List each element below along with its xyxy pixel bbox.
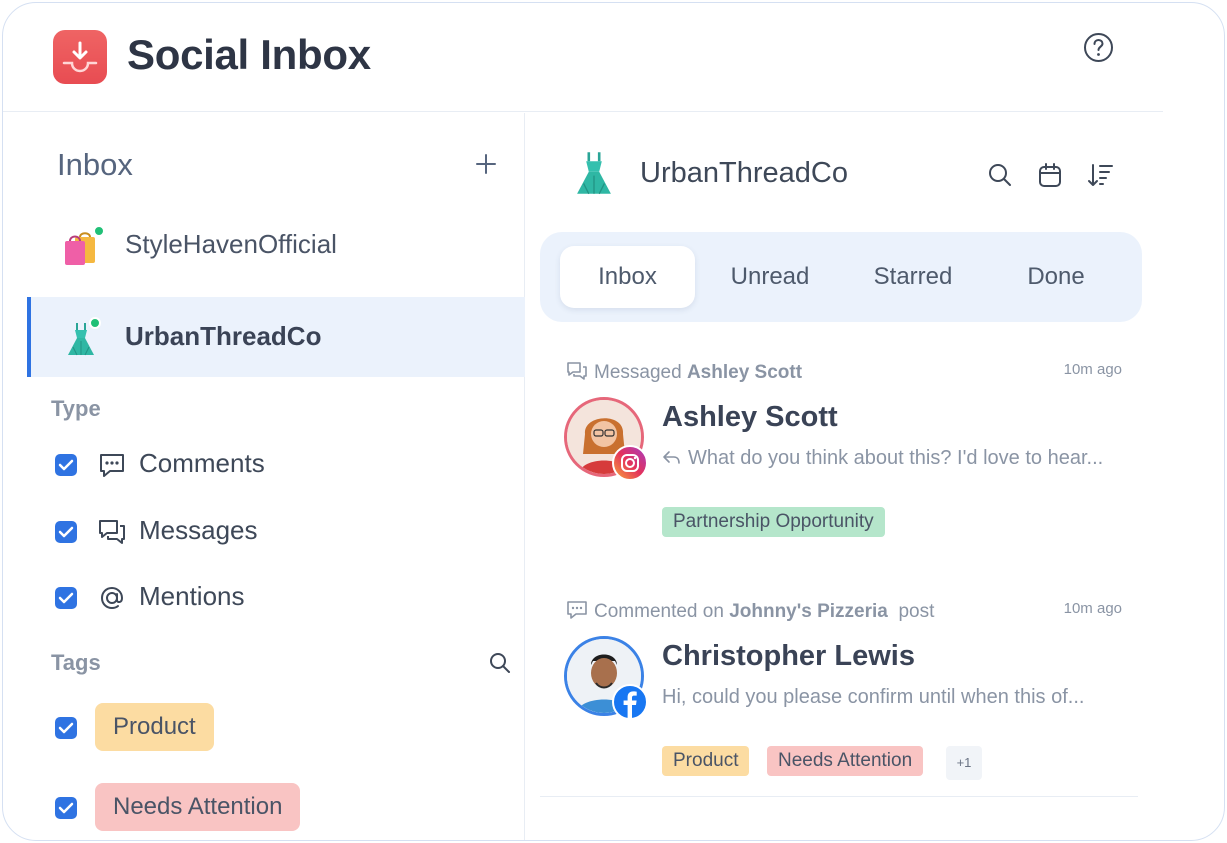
meta-prefix: Messaged: [594, 362, 682, 383]
app-header: Social Inbox: [3, 3, 1163, 112]
meta-prefix: Commented on: [594, 601, 724, 622]
account-name: StyleHavenOfficial: [125, 229, 337, 259]
online-status-dot: [89, 317, 101, 329]
list-divider: [540, 796, 1138, 797]
reply-icon: [663, 451, 680, 464]
instagram-icon: [612, 445, 648, 481]
conversation-meta: Commented on Johnny's Pizzeria post: [566, 600, 934, 623]
tag-chip: Product: [662, 746, 750, 776]
tag-chip: Needs Attention: [767, 746, 924, 776]
filter-label: Mentions: [139, 581, 245, 611]
type-section-label: Type: [51, 396, 101, 421]
at-icon: [100, 586, 124, 610]
checkbox[interactable]: [55, 797, 77, 819]
calendar-icon[interactable]: [1036, 161, 1064, 189]
search-icon[interactable]: [986, 161, 1014, 189]
tab-starred[interactable]: Starred: [843, 246, 983, 308]
checkbox[interactable]: [55, 521, 77, 543]
dress-icon: [577, 152, 611, 195]
sidebar: Inbox StyleHavenOfficial UrbanThreadCo T…: [3, 113, 525, 840]
comment-icon: [100, 454, 124, 477]
checkbox[interactable]: [55, 717, 77, 739]
sidebar-item-stylehavenofficial[interactable]: StyleHavenOfficial: [27, 205, 525, 285]
account-name: UrbanThreadCo: [125, 321, 322, 351]
filter-label: Comments: [139, 448, 265, 478]
account-title: UrbanThreadCo: [640, 157, 848, 189]
conversation-item[interactable]: Messaged Ashley Scott 10m ago Ashley Sco…: [540, 361, 1138, 561]
meta-suffix: post: [898, 601, 935, 622]
plus-icon[interactable]: [473, 151, 499, 177]
tag-chip: Partnership Opportunity: [662, 507, 885, 537]
contact-name: Ashley Scott: [662, 401, 838, 433]
sidebar-title: Inbox: [57, 147, 133, 182]
preview-text: What do you think about this? I'd love t…: [688, 447, 1104, 469]
app-title: Social Inbox: [127, 31, 371, 78]
message-preview: Hi, could you please confirm until when …: [662, 686, 1085, 708]
conversation-item[interactable]: Commented on Johnny's Pizzeria post 10m …: [540, 600, 1138, 800]
checkbox[interactable]: [55, 454, 77, 476]
message-preview: What do you think about this? I'd love t…: [662, 447, 1103, 470]
checkbox[interactable]: [55, 587, 77, 609]
conversation-time: 10m ago: [1063, 361, 1122, 378]
search-icon[interactable]: [488, 651, 512, 675]
more-tags-chip[interactable]: +1: [946, 746, 982, 780]
inbox-tabs: Inbox Unread Starred Done: [540, 232, 1142, 322]
contact-name: Christopher Lewis: [662, 640, 915, 672]
tag-pill: Product: [95, 703, 214, 751]
filter-label: Messages: [139, 515, 258, 545]
meta-target: Johnny's Pizzeria: [729, 601, 888, 622]
sort-icon[interactable]: [1086, 161, 1114, 189]
sidebar-item-urbanthreadco[interactable]: UrbanThreadCo: [27, 297, 525, 377]
messages-icon: [567, 362, 587, 380]
help-icon[interactable]: [1083, 32, 1114, 63]
comment-icon: [567, 601, 587, 619]
conversation-meta: Messaged Ashley Scott: [566, 361, 802, 384]
meta-target: Ashley Scott: [686, 362, 803, 383]
conversation-time: 10m ago: [1063, 600, 1122, 617]
tag-pill: Needs Attention: [95, 783, 301, 831]
tab-unread[interactable]: Unread: [700, 246, 840, 308]
facebook-icon: [612, 684, 648, 720]
messages-icon: [99, 520, 125, 544]
inbox-download-icon: [53, 30, 107, 84]
tab-inbox[interactable]: Inbox: [560, 246, 695, 308]
app-window: Social Inbox Inbox StyleHavenOfficial Ur…: [2, 2, 1225, 841]
online-status-dot: [93, 225, 105, 237]
conversation-panel: UrbanThreadCo Inbox Unread Starred Done: [526, 113, 1224, 840]
tags-section-label: Tags: [51, 650, 101, 675]
tab-done[interactable]: Done: [986, 246, 1126, 308]
